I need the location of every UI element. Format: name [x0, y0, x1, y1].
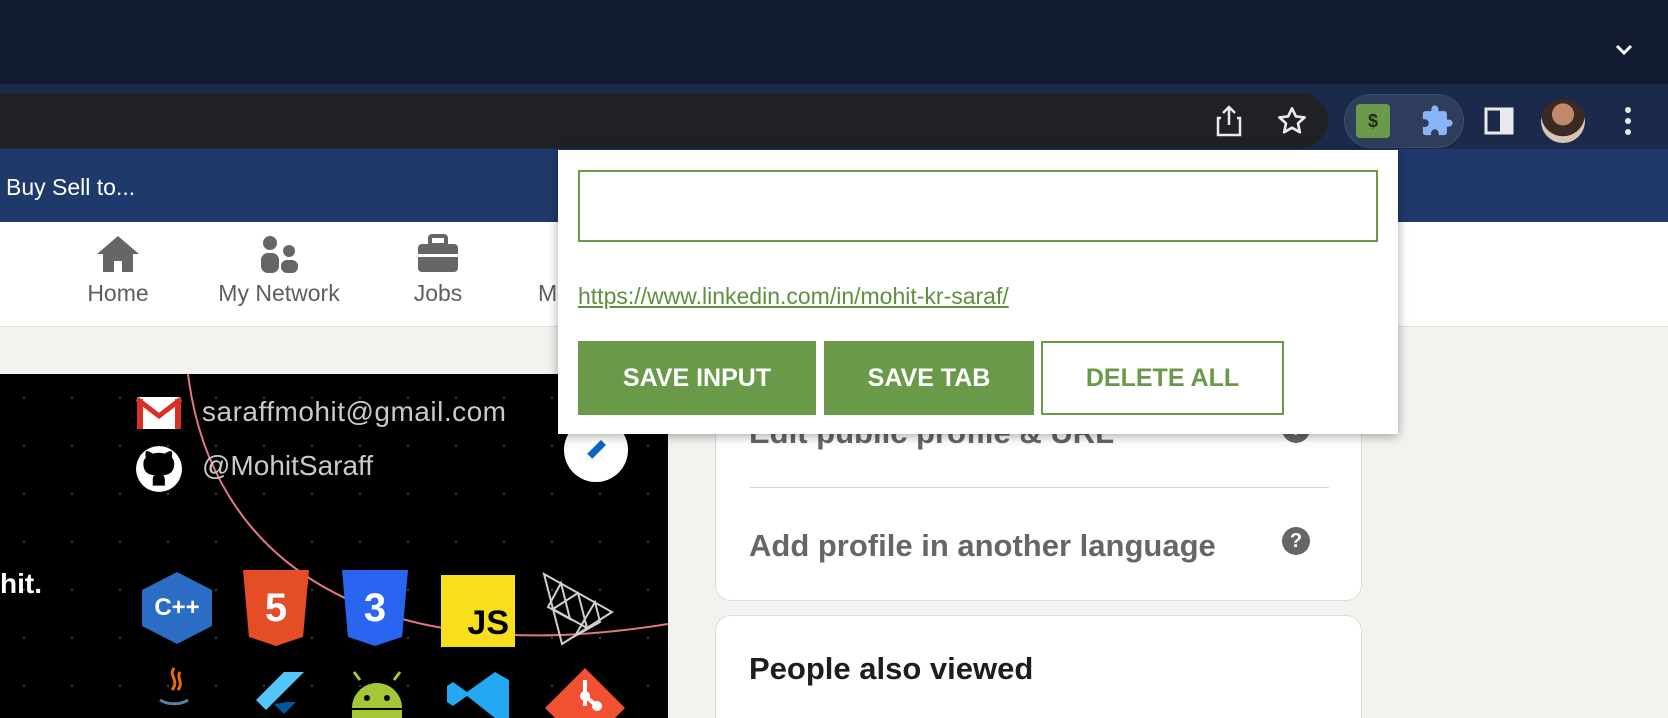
gmail-icon — [136, 396, 182, 430]
nav-messaging-label: M — [538, 280, 558, 306]
nav-jobs-label: Jobs — [413, 280, 463, 306]
side-panel-icon[interactable] — [1482, 104, 1516, 138]
html5-logo-icon: 5 — [243, 570, 309, 646]
css3-logo-icon: 3 — [342, 570, 408, 646]
banner-email: saraffmohit@gmail.com — [202, 396, 507, 427]
nav-home[interactable]: Home — [85, 234, 151, 307]
help-icon[interactable]: ? — [1282, 527, 1310, 555]
puzzle-extensions-icon[interactable] — [1418, 102, 1456, 140]
people-also-viewed-title: People also viewed — [749, 651, 1034, 686]
flutter-logo-icon — [244, 670, 304, 718]
share-icon[interactable] — [1212, 104, 1246, 138]
saved-link[interactable]: https://www.linkedin.com/in/mohit-kr-sar… — [578, 283, 1009, 310]
browser-tabstrip — [0, 0, 1668, 84]
bookmark-star-icon[interactable] — [1275, 104, 1309, 138]
bookmark-item[interactable]: Buy Sell to... — [6, 174, 135, 201]
dollar-extension-icon[interactable]: $ — [1356, 104, 1390, 138]
banner-name-fragment: hit. — [0, 568, 42, 599]
address-bar[interactable] — [0, 93, 1328, 148]
home-icon — [97, 236, 139, 272]
delete-all-button[interactable]: DELETE ALL — [1041, 341, 1284, 415]
nav-home-label: Home — [87, 280, 149, 306]
more-menu-icon[interactable] — [1614, 102, 1642, 140]
threejs-logo-icon — [540, 572, 616, 646]
card-divider — [749, 487, 1329, 488]
github-icon — [134, 444, 184, 494]
popup-text-input[interactable] — [578, 170, 1378, 242]
pencil-icon — [586, 440, 606, 460]
save-input-button[interactable]: SAVE INPUT — [578, 341, 816, 415]
nav-messaging[interactable]: M — [538, 234, 558, 307]
javascript-logo-icon: JS — [441, 575, 515, 647]
banner-github-handle: @MohitSaraff — [202, 450, 374, 481]
network-icon — [261, 236, 298, 273]
add-language-profile-link[interactable]: Add profile in another language — [749, 528, 1216, 564]
git-logo-icon — [543, 666, 627, 718]
save-tab-button[interactable]: SAVE TAB — [824, 341, 1034, 415]
profile-avatar[interactable] — [1541, 99, 1585, 143]
nav-jobs[interactable]: Jobs — [408, 234, 468, 307]
java-logo-icon — [154, 666, 194, 718]
android-logo-icon — [342, 668, 412, 718]
briefcase-icon — [418, 234, 458, 272]
vscode-logo-icon — [443, 670, 513, 718]
tab-search-chevron-icon[interactable] — [1610, 36, 1638, 64]
nav-my-network[interactable]: My Network — [210, 234, 348, 307]
nav-my-network-label: My Network — [218, 280, 340, 306]
